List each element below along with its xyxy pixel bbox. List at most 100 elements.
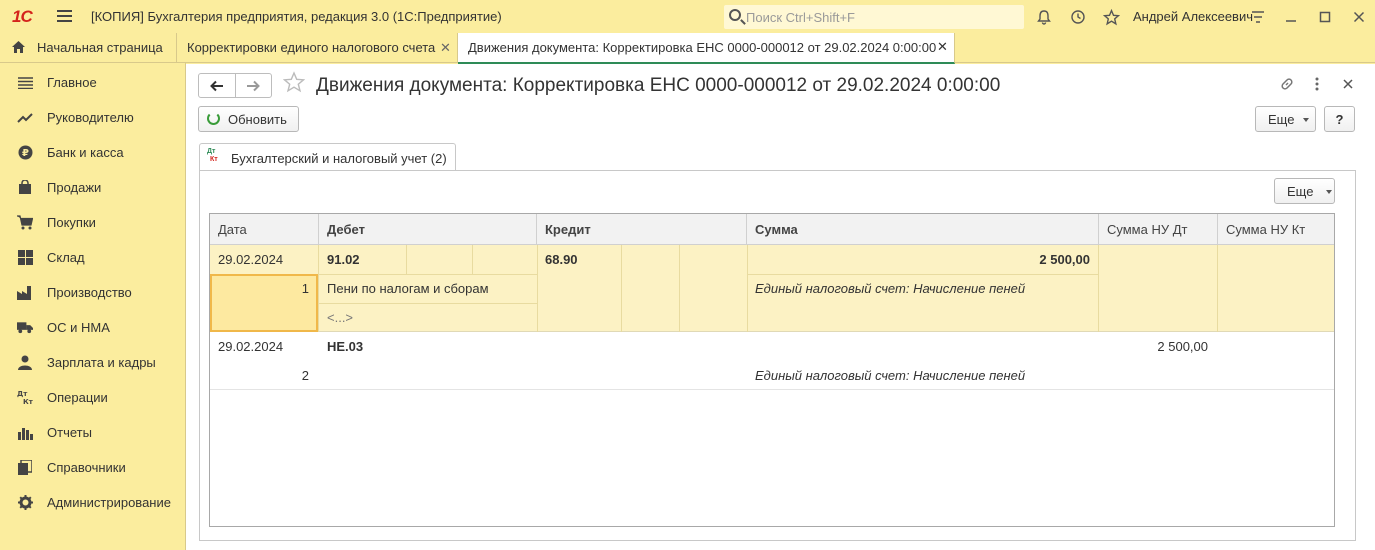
grid-line xyxy=(679,245,680,332)
forward-arrow-icon[interactable] xyxy=(234,74,272,97)
grid-line xyxy=(318,245,319,332)
grid-line xyxy=(747,274,1098,275)
sidebar-item-label: Справочники xyxy=(47,460,126,475)
sidebar-item-label: Производство xyxy=(47,285,132,300)
sidebar-item-bank[interactable]: ₽ Банк и касса xyxy=(0,135,186,170)
sidebar-item-main[interactable]: Главное xyxy=(0,65,186,100)
sidebar-item-sales[interactable]: Продажи xyxy=(0,170,186,205)
grid-line xyxy=(1098,245,1099,332)
refresh-button[interactable]: Обновить xyxy=(198,106,299,132)
bell-icon[interactable] xyxy=(1034,7,1054,27)
sidebar-item-fixed-assets[interactable]: ОС и НМА xyxy=(0,310,186,345)
column-header-debit[interactable]: Дебет xyxy=(319,214,537,245)
sidebar-item-warehouse[interactable]: Склад xyxy=(0,240,186,275)
tab-document-movements[interactable]: Движения документа: Корректировка ЕНС 00… xyxy=(458,33,955,64)
app-title: [КОПИЯ] Бухгалтерия предприятия, редакци… xyxy=(91,9,502,24)
sidebar-item-administration[interactable]: Администрирование xyxy=(0,485,186,520)
table-header: Дата Дебет Кредит Сумма Сумма НУ Дт Сумм… xyxy=(210,214,1334,245)
tab-accounting-tax[interactable]: Дт Кт Бухгалтерский и налоговый учет (2) xyxy=(199,143,456,171)
table-more-button[interactable]: Еще xyxy=(1274,178,1335,204)
close-form-icon[interactable] xyxy=(1339,75,1357,93)
close-icon[interactable]: ✕ xyxy=(440,40,451,56)
movements-table[interactable]: Дата Дебет Кредит Сумма Сумма НУ Дт Сумм… xyxy=(209,213,1335,527)
chevron-down-icon xyxy=(1326,190,1332,194)
cell-debit: 91.02 xyxy=(327,252,360,267)
navigation-buttons xyxy=(198,73,272,98)
gear-icon xyxy=(17,495,33,511)
refresh-label: Обновить xyxy=(228,112,287,127)
more-vertical-icon[interactable] xyxy=(1308,75,1326,93)
tab-ens-corrections[interactable]: Корректировки единого налогового счета ✕ xyxy=(177,33,458,63)
tab-label: Начальная страница xyxy=(37,40,163,55)
bar-chart-icon xyxy=(17,425,33,441)
close-window-icon[interactable] xyxy=(1349,7,1369,27)
table-row[interactable]: 29.02.2024 1 91.02 Пени по налогам и сбо… xyxy=(210,245,1334,332)
column-header-date[interactable]: Дата xyxy=(210,214,319,245)
dt-kt-icon: Дт Кт xyxy=(207,148,218,163)
column-header-sum-nu-dt[interactable]: Сумма НУ Дт xyxy=(1099,214,1218,245)
help-button[interactable]: ? xyxy=(1324,106,1355,132)
cell-debit-subconto-2: <...> xyxy=(327,310,354,325)
sidebar-item-operations[interactable]: Дт Кт Операции xyxy=(0,380,186,415)
sidebar-item-directories[interactable]: Справочники xyxy=(0,450,186,485)
maximize-icon[interactable] xyxy=(1315,7,1335,27)
table-row[interactable]: 29.02.2024 2 НЕ.03 2 500,00 Единый налог… xyxy=(210,332,1334,390)
minimize-icon[interactable] xyxy=(1281,7,1301,27)
cell-sum-nu-dt: 2 500,00 xyxy=(1157,339,1208,354)
favorite-star-icon[interactable] xyxy=(282,71,306,99)
bag-icon xyxy=(17,180,33,196)
sidebar-item-manager[interactable]: Руководителю xyxy=(0,100,186,135)
title-bar: 1С [КОПИЯ] Бухгалтерия предприятия, реда… xyxy=(0,0,1375,33)
refresh-icon xyxy=(207,112,220,125)
link-icon[interactable] xyxy=(1278,75,1296,93)
open-tabs-bar: Начальная страница Корректировки единого… xyxy=(0,33,1375,64)
more-button[interactable]: Еще xyxy=(1255,106,1316,132)
cell-sum: 2 500,00 xyxy=(1039,252,1090,267)
svg-text:Кт: Кт xyxy=(23,398,33,405)
column-header-sum-nu-kt[interactable]: Сумма НУ Кт xyxy=(1218,214,1334,245)
tab-label: Корректировки единого налогового счета xyxy=(187,40,436,55)
column-header-sum[interactable]: Сумма xyxy=(747,214,1099,245)
app-logo[interactable]: 1С xyxy=(12,7,33,27)
person-icon xyxy=(17,355,33,371)
sidebar-item-reports[interactable]: Отчеты xyxy=(0,415,186,450)
cell-debit-subconto: Пени по налогам и сборам xyxy=(327,281,489,296)
grid-line xyxy=(319,303,537,304)
sidebar-item-label: Главное xyxy=(47,75,97,90)
tab-label: Движения документа: Корректировка ЕНС 00… xyxy=(468,40,937,55)
search-box[interactable] xyxy=(724,5,1024,29)
more-label: Еще xyxy=(1287,184,1314,199)
close-icon[interactable]: ✕ xyxy=(937,39,948,55)
search-icon xyxy=(729,9,741,21)
menu-icon xyxy=(17,75,33,91)
search-input[interactable] xyxy=(746,8,1016,26)
sidebar-item-salary[interactable]: Зарплата и кадры xyxy=(0,345,186,380)
tab-label: Бухгалтерский и налоговый учет (2) xyxy=(231,151,447,166)
cell-content: Единый налоговый счет: Начисление пеней xyxy=(755,368,1026,383)
cell-number: 2 xyxy=(301,368,309,383)
history-icon[interactable] xyxy=(1068,7,1088,27)
column-header-credit[interactable]: Кредит xyxy=(537,214,747,245)
favorites-star-icon[interactable] xyxy=(1101,7,1121,27)
more-label: Еще xyxy=(1268,112,1295,127)
sidebar-item-purchases[interactable]: Покупки xyxy=(0,205,186,240)
cell-number: 1 xyxy=(301,281,309,296)
grid-line xyxy=(1217,245,1218,332)
grid-line xyxy=(319,274,537,275)
sidebar-item-label: Руководителю xyxy=(47,110,134,125)
svg-text:₽: ₽ xyxy=(22,148,29,159)
user-name[interactable]: Андрей Алексеевич xyxy=(1133,9,1253,24)
cell-debit: НЕ.03 xyxy=(327,339,364,354)
sidebar-item-label: ОС и НМА xyxy=(47,320,110,335)
grid-line xyxy=(747,245,748,332)
sidebar-item-label: Банк и касса xyxy=(47,145,124,160)
settings-sliders-icon[interactable] xyxy=(1248,7,1268,27)
sidebar-item-production[interactable]: Производство xyxy=(0,275,186,310)
main-menu-icon[interactable] xyxy=(57,10,72,22)
tab-home[interactable]: Начальная страница xyxy=(0,33,177,63)
back-arrow-icon[interactable] xyxy=(199,74,235,97)
truck-icon xyxy=(17,320,33,336)
sidebar-item-label: Покупки xyxy=(47,215,96,230)
ruble-icon: ₽ xyxy=(17,145,33,161)
sections-sidebar: Главное Руководителю ₽ Банк и касса Прод… xyxy=(0,63,186,550)
